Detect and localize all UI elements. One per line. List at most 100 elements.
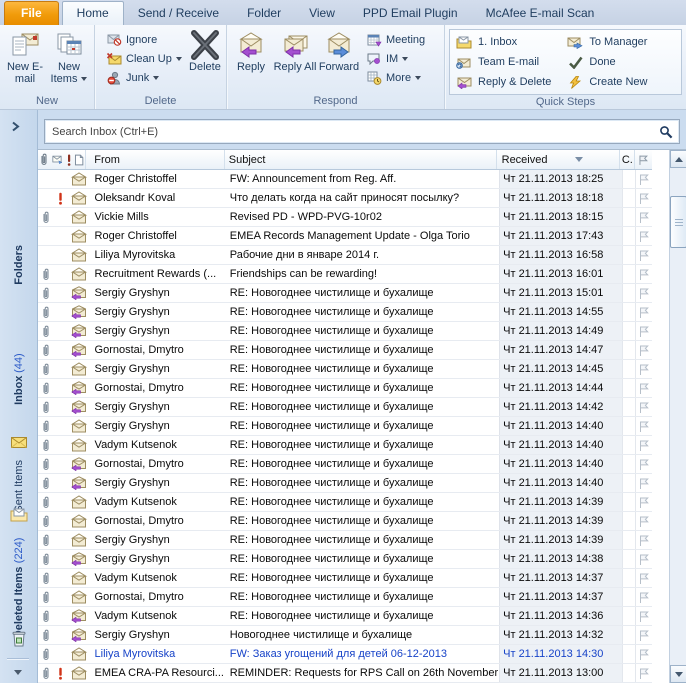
- message-row[interactable]: Vadym Kutsenok RE: Новогоднее чистилище …: [38, 607, 652, 626]
- junk-button[interactable]: Junk: [101, 68, 186, 87]
- flag-icon[interactable]: [635, 474, 652, 492]
- message-row[interactable]: Oleksandr Koval Что делать когда на сайт…: [38, 189, 652, 208]
- deleted-items-icon[interactable]: [0, 630, 37, 647]
- quick-step-to-manager[interactable]: To Manager: [565, 32, 647, 52]
- expand-navigation-pane-button[interactable]: [11, 119, 20, 137]
- vertical-scrollbar[interactable]: [669, 150, 686, 683]
- message-row[interactable]: Vadym Kutsenok RE: Новогоднее чистилище …: [38, 569, 652, 588]
- message-row[interactable]: Recruitment Rewards (... Friendships can…: [38, 265, 652, 284]
- flag-icon[interactable]: [635, 284, 652, 302]
- sidebar-item-inbox[interactable]: Inbox(44): [0, 353, 37, 405]
- sidebar-folders-label[interactable]: Folders: [0, 245, 37, 285]
- meeting-button[interactable]: Meeting: [361, 30, 429, 49]
- message-row[interactable]: EMEA CRA-PA Resourci... REMINDER: Reques…: [38, 664, 652, 683]
- flag-icon[interactable]: [635, 341, 652, 359]
- message-row[interactable]: Sergiy Gryshyn RE: Новогоднее чистилище …: [38, 360, 652, 379]
- quick-step-reply-delete[interactable]: Reply & Delete: [454, 72, 551, 92]
- flag-icon[interactable]: [635, 645, 652, 663]
- received-column-header[interactable]: Received: [497, 150, 621, 169]
- flag-icon[interactable]: [635, 360, 652, 378]
- new-email-button[interactable]: New E-mail: [3, 26, 47, 85]
- flag-icon[interactable]: [635, 398, 652, 416]
- inbox-icon[interactable]: [0, 436, 37, 449]
- scrollbar-thumb[interactable]: [670, 196, 686, 248]
- quick-step-done[interactable]: Done: [565, 52, 647, 72]
- message-row[interactable]: Roger Christoffel EMEA Records Managemen…: [38, 227, 652, 246]
- im-button[interactable]: IM: [361, 49, 429, 68]
- message-row[interactable]: Sergiy Gryshyn RE: Новогоднее чистилище …: [38, 531, 652, 550]
- search-icon[interactable]: [659, 125, 673, 144]
- message-row[interactable]: Gornostai, Dmytro RE: Новогоднее чистили…: [38, 588, 652, 607]
- message-row[interactable]: Sergiy Gryshyn RE: Новогоднее чистилище …: [38, 303, 652, 322]
- flag-icon[interactable]: [635, 379, 652, 397]
- message-row[interactable]: Sergiy Gryshyn RE: Новогоднее чистилище …: [38, 474, 652, 493]
- new-items-button[interactable]: New Items: [47, 26, 91, 85]
- tab-view[interactable]: View: [295, 2, 349, 25]
- message-row[interactable]: Roger Christoffel FW: Announcement from …: [38, 170, 652, 189]
- tab-mcafee-email-scan[interactable]: McAfee E-mail Scan: [472, 2, 609, 25]
- message-row[interactable]: Vadym Kutsenok RE: Новогоднее чистилище …: [38, 493, 652, 512]
- importance-column-header[interactable]: [64, 150, 74, 169]
- flag-icon[interactable]: [635, 170, 652, 188]
- tab-send-receive[interactable]: Send / Receive: [124, 2, 233, 25]
- categories-column-header[interactable]: C.: [620, 150, 635, 169]
- clean-up-button[interactable]: Clean Up: [101, 49, 186, 68]
- message-row[interactable]: Gornostai, Dmytro RE: Новогоднее чистили…: [38, 379, 652, 398]
- subject-column-header[interactable]: Subject: [225, 150, 497, 169]
- flag-icon[interactable]: [635, 512, 652, 530]
- from-column-header[interactable]: From: [86, 150, 225, 169]
- flag-icon[interactable]: [635, 189, 652, 207]
- sent-items-icon[interactable]: [0, 508, 37, 522]
- quick-step-create-new[interactable]: Create New: [565, 72, 647, 92]
- flag-icon[interactable]: [635, 569, 652, 587]
- message-row[interactable]: Gornostai, Dmytro RE: Новогоднее чистили…: [38, 512, 652, 531]
- sidebar-item-deleted-items[interactable]: Deleted Items(224): [0, 538, 37, 638]
- message-row[interactable]: Sergiy Gryshyn RE: Новогоднее чистилище …: [38, 398, 652, 417]
- reply-button[interactable]: Reply: [229, 26, 273, 73]
- configure-buttons-icon[interactable]: [14, 670, 22, 675]
- message-type-column-header[interactable]: [51, 150, 64, 169]
- message-row[interactable]: Sergiy Gryshyn RE: Новогоднее чистилище …: [38, 322, 652, 341]
- tab-ppd-email-plugin[interactable]: PPD Email Plugin: [349, 2, 472, 25]
- flag-column-header[interactable]: [635, 150, 652, 169]
- message-row[interactable]: Sergiy Gryshyn RE: Новогоднее чистилище …: [38, 550, 652, 569]
- reply-all-button[interactable]: Reply All: [273, 26, 317, 73]
- more-button[interactable]: More: [361, 68, 429, 87]
- message-row[interactable]: Vickie Mills Revised PD - WPD-PVG-10r02 …: [38, 208, 652, 227]
- flag-icon[interactable]: [635, 303, 652, 321]
- flag-icon[interactable]: [635, 626, 652, 644]
- sidebar-splitter[interactable]: [7, 658, 29, 660]
- forward-button[interactable]: Forward: [317, 26, 361, 73]
- search-box[interactable]: [44, 119, 680, 144]
- flag-icon[interactable]: [635, 455, 652, 473]
- scroll-up-button[interactable]: [670, 150, 686, 168]
- message-row[interactable]: Gornostai, Dmytro RE: Новогоднее чистили…: [38, 341, 652, 360]
- message-row[interactable]: Gornostai, Dmytro RE: Новогоднее чистили…: [38, 455, 652, 474]
- search-input[interactable]: [45, 120, 679, 143]
- flag-icon[interactable]: [635, 265, 652, 283]
- tab-home[interactable]: Home: [62, 1, 124, 25]
- document-type-column-header[interactable]: [73, 150, 86, 169]
- quick-step-team-email[interactable]: Team E-mail: [454, 52, 551, 72]
- message-row[interactable]: Liliya Myrovitska Рабочие дни в январе 2…: [38, 246, 652, 265]
- flag-icon[interactable]: [635, 246, 652, 264]
- flag-icon[interactable]: [635, 550, 652, 568]
- flag-icon[interactable]: [635, 436, 652, 454]
- attachment-column-header[interactable]: [38, 150, 51, 169]
- message-row[interactable]: Vadym Kutsenok RE: Новогоднее чистилище …: [38, 436, 652, 455]
- flag-icon[interactable]: [635, 664, 652, 682]
- message-row[interactable]: Liliya Myrovitska FW: Заказ угощений для…: [38, 645, 652, 664]
- scroll-down-button[interactable]: [670, 665, 686, 683]
- flag-icon[interactable]: [635, 493, 652, 511]
- message-row[interactable]: Sergiy Gryshyn Новогоднее чистилище и бу…: [38, 626, 652, 645]
- delete-button[interactable]: Delete: [186, 26, 224, 73]
- flag-icon[interactable]: [635, 607, 652, 625]
- flag-icon[interactable]: [635, 531, 652, 549]
- tab-file[interactable]: File: [4, 1, 59, 25]
- flag-icon[interactable]: [635, 208, 652, 226]
- flag-icon[interactable]: [635, 227, 652, 245]
- ignore-button[interactable]: Ignore: [101, 30, 186, 49]
- sidebar-item-sent-items[interactable]: Sent Items: [0, 460, 37, 513]
- flag-icon[interactable]: [635, 322, 652, 340]
- message-row[interactable]: Sergiy Gryshyn RE: Новогоднее чистилище …: [38, 284, 652, 303]
